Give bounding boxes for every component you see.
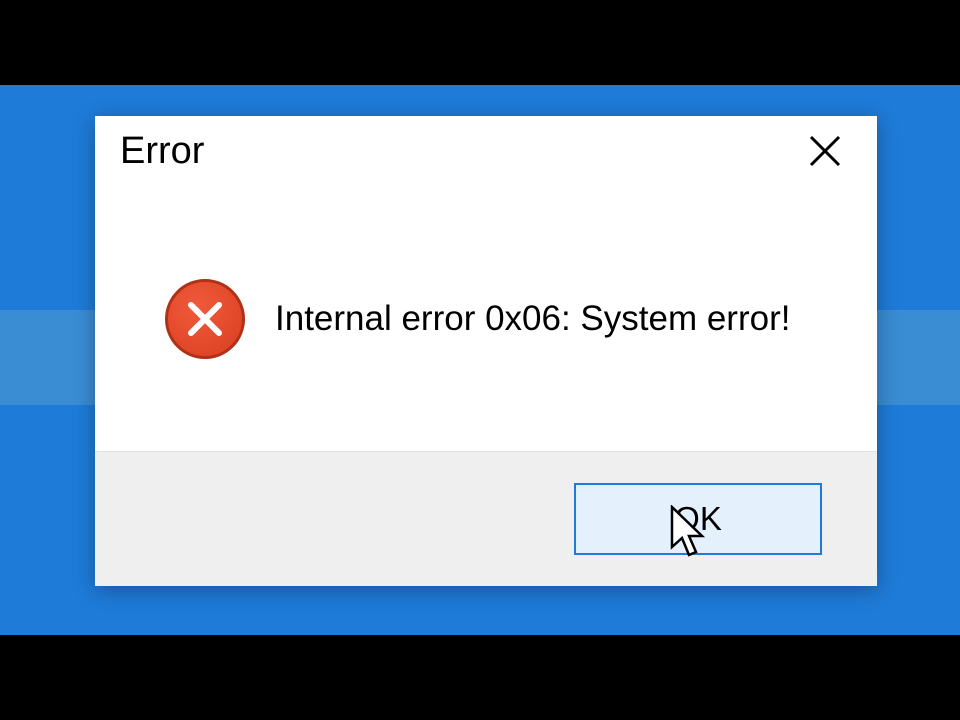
titlebar: Error [95,116,877,186]
error-icon [165,279,245,359]
error-dialog: Error Internal error 0x06: System error!… [95,116,877,586]
close-icon [807,133,843,169]
ok-button-label: OK [674,500,722,538]
error-message: Internal error 0x06: System error! [275,296,790,342]
ok-button[interactable]: OK [574,483,822,555]
dialog-actions: OK [95,451,877,586]
error-x-icon [183,297,227,341]
close-button[interactable] [797,124,852,179]
dialog-title: Error [120,130,204,173]
dialog-content: Internal error 0x06: System error! [95,186,877,451]
